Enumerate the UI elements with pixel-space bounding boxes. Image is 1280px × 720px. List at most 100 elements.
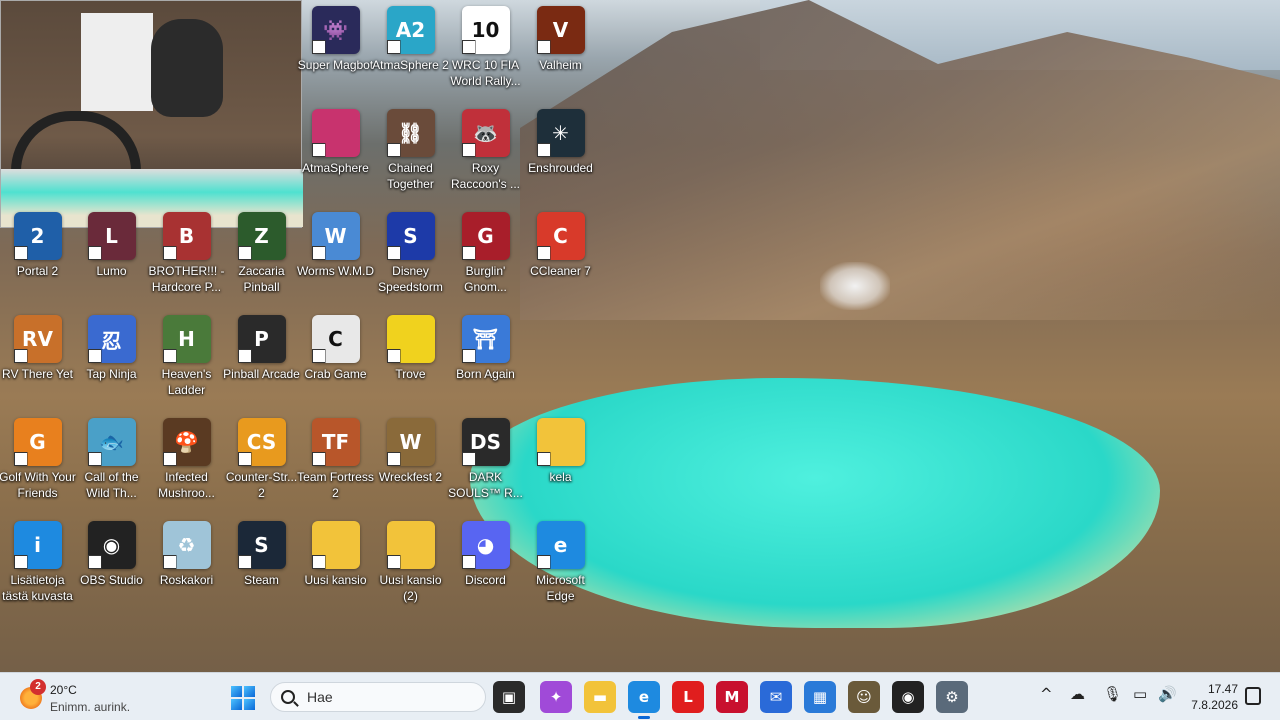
desktop-shortcut-label: Chained Together xyxy=(387,161,434,191)
desktop-shortcut[interactable]: B BROTHER!!! - Hardcore P... xyxy=(148,206,225,306)
task-view-icon[interactable]: ▣ xyxy=(493,681,525,713)
desktop-shortcut[interactable]: H Heaven's Ladder xyxy=(149,309,224,409)
desktop-shortcut[interactable]: AtmaSphere xyxy=(298,103,373,203)
microsoft-store-icon[interactable]: ▦ xyxy=(804,681,836,713)
file-explorer-icon[interactable]: ▬ xyxy=(584,681,616,713)
worms-wmd-icon: W xyxy=(311,212,360,260)
desktop-shortcut[interactable]: Uusi kansio (2) xyxy=(373,515,448,615)
desktop-shortcut[interactable]: ✳ Enshrouded xyxy=(523,103,598,203)
golf-with-friends-icon: G xyxy=(13,418,62,466)
notification-center-icon[interactable] xyxy=(1245,687,1261,705)
search-icon xyxy=(281,690,295,704)
desktop-shortcut[interactable]: W Wreckfest 2 xyxy=(373,412,448,512)
pinball-arcade-icon: P xyxy=(237,315,286,363)
desktop-shortcut[interactable]: i Lisätietoja tästä kuvasta xyxy=(0,515,75,615)
desktop-shortcut[interactable]: e Microsoft Edge xyxy=(523,515,598,615)
desktop-shortcut[interactable]: TF Team Fortress 2 xyxy=(297,412,374,512)
chevron-up-icon[interactable]: ^ xyxy=(1040,685,1053,703)
desktop-shortcut[interactable]: ⛓ Chained Together xyxy=(373,103,448,203)
dark-souls-icon: DS xyxy=(461,418,510,466)
settings-icon[interactable]: ⚙ xyxy=(936,681,968,713)
volume-icon[interactable]: 🔊 xyxy=(1158,685,1177,703)
desktop-shortcut[interactable]: 10 WRC 10 FIA World Rally... xyxy=(448,0,523,100)
desktop-shortcut[interactable]: P Pinball Arcade xyxy=(223,309,300,409)
windows-logo-icon xyxy=(231,686,242,697)
lumo-icon: L xyxy=(87,212,136,260)
desktop-shortcut[interactable]: 忍 Tap Ninja xyxy=(74,309,149,409)
display-icon[interactable]: ▭ xyxy=(1133,685,1147,703)
desktop-shortcut-label: Worms W.M.D xyxy=(296,264,375,278)
discord-icon: ◕ xyxy=(461,521,510,569)
obs-studio-icon[interactable]: ◉ xyxy=(892,681,924,713)
burglin-gnomes-icon: G xyxy=(461,212,510,260)
start-button[interactable] xyxy=(231,686,255,710)
desktop-shortcut[interactable]: RV RV There Yet xyxy=(0,309,75,409)
desktop-shortcut[interactable]: S Steam xyxy=(224,515,299,615)
desktop-shortcut[interactable]: V Valheim xyxy=(523,0,598,100)
network-icon[interactable]: ☁ xyxy=(1070,685,1085,703)
edge-icon[interactable]: e xyxy=(628,681,660,719)
clock-date: 7.8.2026 xyxy=(1191,698,1238,712)
desktop-shortcut[interactable]: L Lumo xyxy=(74,206,149,306)
desktop-shortcut-label: AtmaSphere 2 xyxy=(372,58,449,72)
desktop-shortcut[interactable]: DS DARK SOULS™ R... xyxy=(448,412,523,512)
desktop-shortcut-label: BROTHER!!! - Hardcore P... xyxy=(148,264,225,294)
search-box[interactable]: Hae xyxy=(270,682,486,712)
desktop-shortcut-label: Disney Speedstorm xyxy=(378,264,443,294)
search-placeholder: Hae xyxy=(307,689,333,705)
desktop-shortcut[interactable]: CS Counter-Str... 2 xyxy=(224,412,299,512)
game-app-icon[interactable]: ☺ xyxy=(848,681,880,713)
folder-icon xyxy=(536,418,585,466)
desktop-shortcut[interactable]: Uusi kansio xyxy=(298,515,373,615)
brother-icon: B xyxy=(162,212,211,260)
desktop-shortcut[interactable]: Trove xyxy=(373,309,448,409)
desktop-shortcut[interactable]: 👾 Super Magbot xyxy=(298,0,373,100)
desktop-shortcut-label: Golf With Your Friends xyxy=(0,470,76,500)
desktop-shortcut[interactable]: ♻ Roskakori xyxy=(149,515,224,615)
desktop-shortcut[interactable]: 🦝 Roxy Raccoon's ... xyxy=(448,103,523,203)
weather-widget[interactable]: 2 20°C Enimm. aurink. xyxy=(20,679,180,715)
desktop-shortcut-label: Burglin' Gnom... xyxy=(464,264,507,294)
mcafee-icon[interactable]: M xyxy=(716,681,748,713)
desktop-shortcut[interactable]: 🍄 Infected Mushroo... xyxy=(149,412,224,512)
copilot-icon[interactable]: ✦ xyxy=(540,681,572,713)
desktop-shortcut-label: kela xyxy=(549,470,572,484)
desktop-shortcut[interactable]: C CCleaner 7 xyxy=(523,206,598,306)
desktop-shortcut[interactable]: W Worms W.M.D xyxy=(296,206,375,306)
wreckfest2-icon: W xyxy=(386,418,435,466)
desktop-shortcut[interactable]: ◕ Discord xyxy=(448,515,523,615)
desktop-shortcut[interactable]: ◉ OBS Studio xyxy=(74,515,149,615)
desktop-shortcut-label: Uusi kansio (2) xyxy=(379,573,442,603)
desktop-shortcut-label: Born Again xyxy=(456,367,515,381)
desktop-shortcut[interactable]: kela xyxy=(523,412,598,512)
desktop-shortcut-label: Infected Mushroo... xyxy=(158,470,215,500)
disney-speedstorm-icon: S xyxy=(386,212,435,260)
steam-icon: S xyxy=(237,521,286,569)
desktop-shortcut[interactable]: G Burglin' Gnom... xyxy=(448,206,523,306)
desktop-icon-grid: 👾 Super Magbot A2 AtmaSphere 2 10 WRC 10 FIA … xyxy=(0,0,600,620)
desktop-shortcut[interactable]: A2 AtmaSphere 2 xyxy=(372,0,449,100)
microphone-icon[interactable]: 🎙 xyxy=(1103,685,1122,703)
system-clock[interactable]: 17.47 7.8.2026 xyxy=(1188,681,1238,713)
desktop-shortcut-label: Crab Game xyxy=(304,367,367,381)
wallpaper-steam xyxy=(820,262,890,310)
desktop-shortcut[interactable]: Z Zaccaria Pinball xyxy=(224,206,299,306)
desktop-shortcut-label: Super Magbot xyxy=(297,58,374,72)
atmasphere-icon xyxy=(311,109,360,157)
desktop-shortcut-label: RV There Yet xyxy=(2,367,73,381)
desktop-shortcut-label: Roskakori xyxy=(159,573,214,587)
desktop-shortcut[interactable]: C Crab Game xyxy=(298,309,373,409)
desktop-shortcut-label: OBS Studio xyxy=(80,573,143,587)
desktop-shortcut[interactable]: ⛩ Born Again xyxy=(448,309,523,409)
team-fortress-icon: TF xyxy=(311,418,360,466)
lenovo-icon[interactable]: L xyxy=(672,681,704,713)
outlook-icon[interactable]: ✉ xyxy=(760,681,792,713)
desktop-shortcut-label: Valheim xyxy=(539,58,582,72)
folder-icon xyxy=(311,521,360,569)
desktop-shortcut[interactable]: 2 Portal 2 xyxy=(0,206,75,306)
edge-icon: e xyxy=(536,521,585,569)
desktop-shortcut[interactable]: G Golf With Your Friends xyxy=(0,412,76,512)
desktop-shortcut[interactable]: S Disney Speedstorm xyxy=(373,206,448,306)
folder-icon xyxy=(386,521,435,569)
desktop-shortcut[interactable]: 🐟 Call of the Wild Th... xyxy=(74,412,149,512)
